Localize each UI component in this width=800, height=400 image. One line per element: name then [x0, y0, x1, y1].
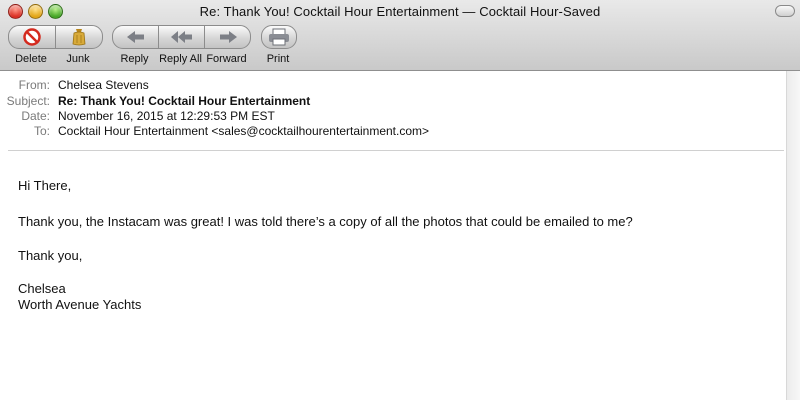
body-line: Thank you, [18, 248, 83, 263]
reply-button[interactable] [112, 25, 159, 49]
sender-name[interactable]: Chelsea Stevens [58, 78, 149, 93]
forward-button[interactable] [204, 25, 251, 49]
mail-window: Re: Thank You! Cocktail Hour Entertainme… [0, 0, 800, 400]
subject-text: Re: Thank You! Cocktail Hour Entertainme… [58, 94, 311, 108]
body-line: Thank you, the Instacam was great! I was… [18, 214, 633, 229]
toolbar-toggle-button[interactable] [775, 5, 795, 17]
body-line: Hi There, [18, 178, 72, 193]
print-button[interactable] [261, 25, 297, 49]
vertical-scrollbar[interactable] [786, 71, 800, 400]
printer-icon [268, 28, 290, 46]
reply-label: Reply [120, 53, 149, 65]
delete-button[interactable] [8, 25, 56, 49]
header-key: Date: [21, 109, 50, 123]
forward-label: Forward [206, 53, 247, 65]
trash-bag-icon [71, 28, 87, 46]
header-key: Subject: [6, 94, 50, 108]
reply-all-button[interactable] [158, 25, 205, 49]
arrow-right-icon [218, 30, 238, 44]
junk-label: Junk [66, 53, 90, 65]
delete-label: Delete [15, 53, 47, 65]
print-label: Print [266, 53, 290, 65]
no-entry-icon [23, 28, 41, 46]
double-arrow-left-icon [170, 30, 194, 44]
header-divider [8, 150, 784, 151]
junk-button[interactable] [55, 25, 103, 49]
arrow-left-icon [126, 30, 146, 44]
header-key: To: [33, 124, 50, 138]
recipient-address[interactable]: Cocktail Hour Entertainment <sales@cockt… [58, 124, 429, 139]
window-title: Re: Thank You! Cocktail Hour Entertainme… [199, 4, 601, 19]
reply-all-label: Reply All [159, 53, 202, 65]
date-text: November 16, 2015 at 12:29:53 PM EST [58, 109, 275, 123]
signature-company: Worth Avenue Yachts [18, 297, 142, 312]
header-key: From: [18, 78, 50, 92]
window-toolbar: Re: Thank You! Cocktail Hour Entertainme… [0, 0, 800, 71]
signature-name: Chelsea [18, 281, 66, 296]
